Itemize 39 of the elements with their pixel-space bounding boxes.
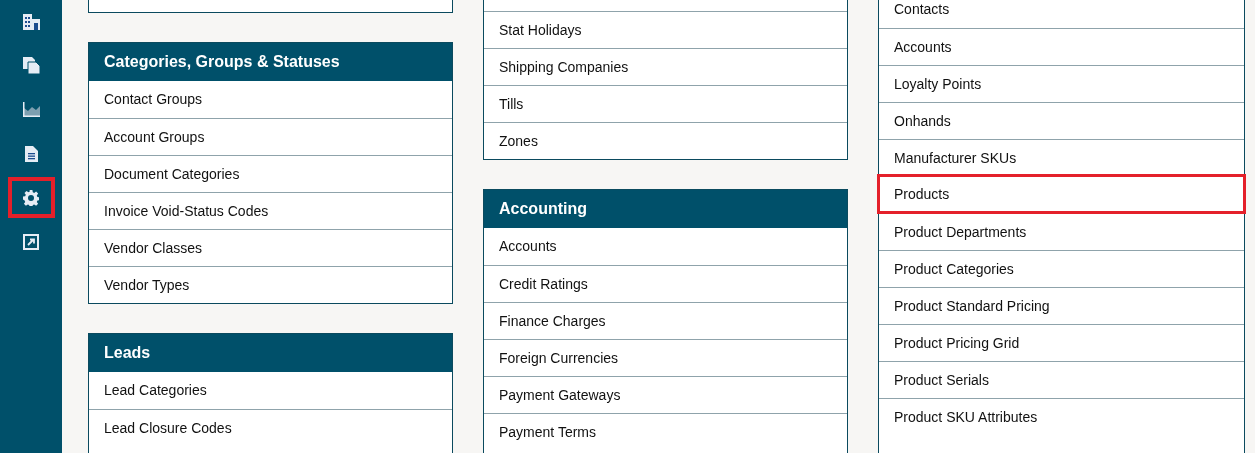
menu-link[interactable]: Vendor Classes — [89, 229, 452, 266]
menu-link[interactable]: Finance Charges — [484, 302, 847, 339]
chart-icon — [22, 102, 40, 117]
menu-link[interactable]: Products — [877, 174, 1246, 214]
menu-link[interactable]: Invoice Void-Status Codes — [89, 192, 452, 229]
building-icon — [22, 13, 40, 30]
menu-link[interactable]: Payment Terms — [484, 413, 847, 450]
card-title: Accounting — [484, 190, 847, 228]
menu-link[interactable]: Product Serials — [879, 361, 1244, 398]
menu-link[interactable]: Product SKU Attributes — [879, 398, 1244, 435]
menu-link[interactable]: Credit Ratings — [484, 265, 847, 302]
menu-link[interactable]: Contacts — [879, 0, 1244, 28]
menu-link[interactable]: Vendor Types — [89, 266, 452, 303]
menu-link[interactable]: Foreign Currencies — [484, 339, 847, 376]
menu-link[interactable]: Zones — [484, 122, 847, 159]
document-icon — [24, 145, 38, 162]
menu-link[interactable]: Accounts — [879, 28, 1244, 65]
menu-link[interactable]: Loyalty Points — [879, 65, 1244, 102]
menu-link[interactable]: Lead Categories — [89, 372, 452, 409]
settings-button[interactable] — [7, 177, 55, 218]
card-title: Categories, Groups & Statuses — [89, 43, 452, 81]
menu-link[interactable]: Tills — [484, 85, 847, 122]
menu-link[interactable]: Onhands — [879, 102, 1244, 139]
menu-link[interactable]: Document Categories — [89, 155, 452, 192]
menu-link[interactable]: Shipping Companies — [484, 48, 847, 85]
menu-link[interactable]: Contact Groups — [89, 81, 452, 118]
external-link-icon — [23, 233, 39, 250]
menu-link[interactable]: Lead Closure Codes — [89, 409, 452, 446]
menu-link[interactable]: Stat Holidays — [484, 11, 847, 48]
menu-link[interactable]: Product Departments — [879, 213, 1244, 250]
menu-link[interactable]: Product Standard Pricing — [879, 287, 1244, 324]
menu-link[interactable]: Product Pricing Grid — [879, 324, 1244, 361]
menu-link[interactable]: Accounts — [484, 228, 847, 265]
menu-link[interactable]: Payment Gateways — [484, 376, 847, 413]
menu-link[interactable]: Account Groups — [89, 118, 452, 155]
gear-icon — [23, 189, 39, 206]
card-title: Leads — [89, 334, 452, 372]
copy-icon — [22, 57, 40, 74]
menu-link[interactable]: Product Categories — [879, 250, 1244, 287]
